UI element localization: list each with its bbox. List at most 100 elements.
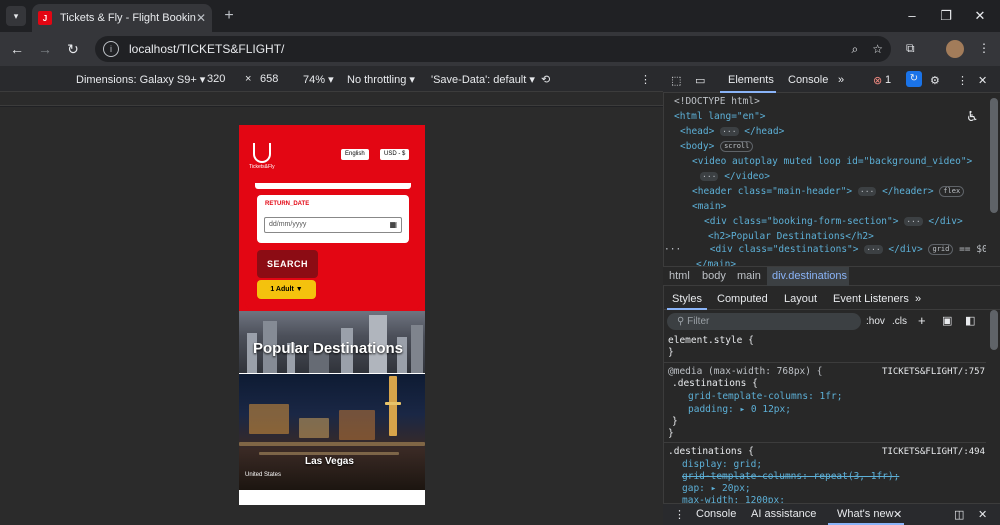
calendar-icon[interactable]: ▦ [389,218,397,232]
rotate-icon[interactable]: ⟲ [541,73,550,86]
css-prop-maxwidth[interactable]: max-width: 1200px; [682,495,785,503]
dom-header[interactable]: <header class="main-header"> [692,186,852,197]
accessibility-icon[interactable]: ♿ [966,108,979,125]
back-button[interactable]: ← [8,40,26,58]
tab-search-button[interactable]: ▾ [6,6,26,26]
reload-button[interactable]: ↻ [64,40,82,58]
css-source-link-1[interactable]: TICKETS&FLIGHT/:757 [882,367,985,377]
profile-avatar[interactable] [946,40,964,58]
add-rule-icon[interactable]: + [918,313,926,328]
dom-main[interactable]: <main> [692,199,726,214]
error-count: 1 [885,74,892,86]
browser-tab[interactable]: J Tickets & Fly - Flight Booking ✕ [32,4,212,32]
menu-icon[interactable]: ⋮ [978,41,990,55]
device-height-input[interactable]: 658 [260,73,278,85]
tab-event-listeners[interactable]: Event Listeners [833,293,909,305]
device-toggle-icon[interactable]: ▭ [695,74,705,87]
extensions-icon[interactable]: ⧉ [906,41,915,56]
media-query-ruler[interactable] [0,92,663,106]
css-source-link-2[interactable]: TICKETS&FLIGHT/:494 [882,447,985,457]
breadcrumb-main[interactable]: main [737,270,761,282]
adults-dropdown[interactable]: 1 Adult ▼ [257,280,316,299]
breadcrumb-html[interactable]: html [669,270,690,282]
tab-layout[interactable]: Layout [784,293,817,305]
save-data-select[interactable]: 'Save-Data': default ▾ [431,73,535,86]
drawer-menu-icon[interactable]: ⋮ [674,508,685,521]
css-selector-2[interactable]: .destinations { [668,446,754,458]
inspect-icon[interactable]: ⬚ [671,74,681,87]
drawer-tab-console[interactable]: Console [696,508,736,520]
scroll-badge[interactable]: scroll [720,141,754,152]
sidebar-toggle-icon[interactable]: ◧ [965,314,975,327]
css-prop-gap[interactable]: gap: ▸ 20px; [682,483,751,495]
bookmark-star-icon[interactable]: ☆ [872,42,883,56]
dom-video[interactable]: <video autoplay muted loop id="backgroun… [692,156,972,167]
site-info-icon[interactable]: i [103,41,119,57]
breadcrumb-destinations[interactable]: div.destinations [772,270,847,282]
currency-select[interactable]: USD - $ [380,149,410,160]
settings-gear-icon[interactable]: ⚙ [930,74,940,87]
drawer-tab-ai[interactable]: AI assistance [751,508,816,520]
throttle-select[interactable]: No throttling ▾ [347,73,415,86]
drawer-tab-close-icon[interactable]: ✕ [893,508,902,521]
forward-button[interactable]: → [36,40,54,58]
close-tab-icon[interactable]: ✕ [196,11,206,25]
collapsed-dots[interactable]: ··· [904,217,923,226]
close-drawer-icon[interactable]: ✕ [978,508,987,521]
collapsed-dots[interactable]: ··· [720,127,739,136]
collapsed-dots[interactable]: ··· [857,187,877,196]
grid-badge[interactable]: grid [928,244,954,255]
device-width-input[interactable]: 320 [207,73,225,85]
tab-console[interactable]: Console [788,74,828,86]
error-icon[interactable]: ⊗ [873,74,882,87]
css-prop-gtc-1[interactable]: grid-template-columns: 1fr; [688,391,842,403]
css-element-style[interactable]: element.style { [668,335,754,347]
more-tabs-button[interactable]: » [838,74,844,86]
destination-card[interactable]: Las Vegas United States [239,374,425,490]
css-prop-padding[interactable]: padding: ▸ 0 12px; [688,404,791,416]
tab-styles[interactable]: Styles [672,293,702,305]
dom-scrollbar[interactable] [990,98,998,213]
breadcrumb-body[interactable]: body [702,270,726,282]
close-devtools-icon[interactable]: ✕ [978,74,987,87]
new-tab-button[interactable]: + [220,7,238,25]
tab-computed[interactable]: Computed [717,293,768,305]
dock-icon[interactable]: ◫ [954,508,964,521]
styles-filter-input[interactable]: ⚲ Filter [667,313,861,330]
device-more-icon[interactable]: ⋮ [640,73,651,86]
search-button[interactable]: SEARCH [257,250,318,278]
styles-scrollbar[interactable] [990,310,998,350]
zoom-select[interactable]: 74% ▾ [303,73,334,86]
ai-assist-icon[interactable]: ↻ [906,71,922,87]
dom-html[interactable]: <html lang="en"> [674,109,766,124]
site-logo[interactable]: Tickets&Fly [249,143,275,173]
dom-destinations[interactable]: <div class="destinations"> [710,244,859,255]
flex-badge[interactable]: flex [939,186,965,197]
device-dimensions-select[interactable]: Dimensions: Galaxy S9+ ▾ [76,73,205,86]
language-select[interactable]: English [341,149,369,160]
devtools-menu-icon[interactable]: ⋮ [957,74,968,87]
return-date-input[interactable]: dd/mm/yyyy ▦ [264,217,402,233]
tab-elements[interactable]: Elements [728,74,774,86]
zoom-icon[interactable]: ⌕ [852,42,859,57]
restore-button[interactable]: ❐ [936,6,956,26]
row-dots-icon[interactable]: ··· [664,244,681,255]
cls-toggle[interactable]: .cls [892,316,907,327]
css-prop-display[interactable]: display: grid; [682,459,762,471]
dom-booking-section[interactable]: <div class="booking-form-section"> [704,216,898,227]
color-format-icon[interactable]: ▣ [942,314,952,327]
hov-toggle[interactable]: :hov [866,316,885,327]
dom-head[interactable]: <head> [680,126,714,137]
collapsed-dots[interactable]: ··· [864,245,883,254]
collapsed-dots[interactable]: ··· [700,172,719,181]
chevron-down-icon: ▾ [13,10,19,21]
drawer-tab-whats-new[interactable]: What's new [837,508,894,520]
close-window-button[interactable]: ✕ [970,6,990,26]
css-prop-gtc-2[interactable]: grid-template-columns: repeat(3, 1fr); [682,471,899,483]
tab-more[interactable]: » [915,293,921,305]
css-selector-1[interactable]: .destinations { [672,378,758,390]
address-bar[interactable]: i localhost/TICKETS&FLIGHT/ ⌕ ☆ [95,36,891,62]
css-media-query[interactable]: @media (max-width: 768px) { [668,366,822,378]
dom-body[interactable]: <body> [680,141,714,152]
minimize-button[interactable]: – [902,6,922,26]
